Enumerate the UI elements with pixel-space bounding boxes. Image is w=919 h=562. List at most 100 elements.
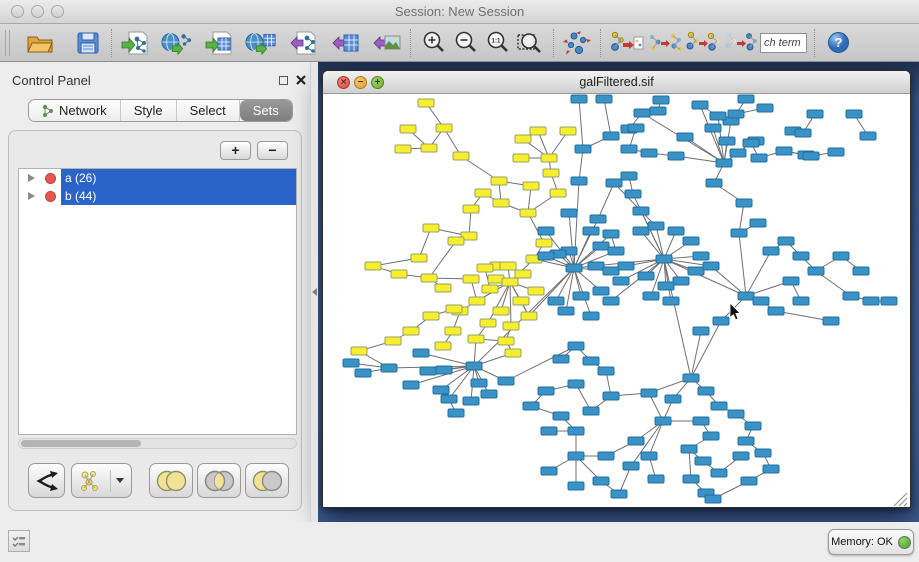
zoom-selected-region-button[interactable] <box>514 28 546 58</box>
memory-ok-indicator <box>898 536 911 549</box>
scrollbar-thumb[interactable] <box>21 440 141 447</box>
import-network-file-button[interactable] <box>119 28 151 58</box>
set-row-a[interactable]: a (26) <box>19 169 296 187</box>
new-network-from-selection-icon <box>609 29 645 57</box>
tab-style[interactable]: Style <box>121 100 177 121</box>
task-history-button[interactable] <box>8 530 30 552</box>
sets-list[interactable]: a (26) b (44) <box>18 168 297 435</box>
collapse-handle-icon[interactable] <box>312 288 317 296</box>
network-window-title: galFiltered.sif <box>323 75 910 89</box>
set-color-dot <box>45 173 56 184</box>
control-panel-tabs: Network Style Select Sets <box>28 99 293 122</box>
zoom-actual-size-button[interactable]: 1:1 <box>482 28 514 58</box>
toolbar-separator <box>410 29 411 57</box>
toolbar-separator <box>111 29 112 57</box>
close-panel-icon[interactable] <box>295 74 307 86</box>
svg-text:?: ? <box>834 35 842 50</box>
intersection-button[interactable] <box>197 463 241 498</box>
tab-network[interactable]: Network <box>29 100 121 121</box>
button-divider <box>110 470 111 492</box>
import-network-url-icon <box>161 30 193 56</box>
apply-layout-icon <box>562 29 592 57</box>
dropdown-arrow-icon[interactable] <box>116 478 124 483</box>
toolbar-separator <box>553 29 554 57</box>
split-set-button[interactable] <box>28 463 65 498</box>
export-network-icon <box>288 30 318 56</box>
zoom-actual-size-icon: 1:1 <box>485 30 511 56</box>
app-title: Session: New Session <box>0 4 919 19</box>
expand-caret-icon[interactable] <box>28 174 35 182</box>
expand-selection-button[interactable] <box>684 28 722 58</box>
set-color-dot <box>45 191 56 202</box>
network-window-titlebar[interactable]: × − + galFiltered.sif <box>323 71 910 94</box>
export-table-button[interactable] <box>329 28 361 58</box>
expand-selection-icon <box>685 29 721 57</box>
zoom-selected-region-icon <box>516 30 544 56</box>
control-panel-header: Control Panel <box>0 66 310 92</box>
control-panel-title: Control Panel <box>12 73 91 88</box>
panel-splitter[interactable] <box>310 62 318 522</box>
float-panel-icon[interactable] <box>279 76 288 85</box>
fade-unselected-icon <box>723 29 759 57</box>
remove-set-button[interactable]: − <box>257 141 288 160</box>
import-table-url-icon <box>245 30 277 56</box>
add-set-button[interactable]: + <box>220 141 251 160</box>
zoom-in-icon <box>421 30 447 56</box>
help-button[interactable]: ? <box>822 28 854 58</box>
horizontal-scrollbar[interactable] <box>18 438 297 449</box>
export-table-icon <box>330 30 360 56</box>
help-icon: ? <box>827 31 850 54</box>
split-arrows-icon <box>34 469 60 493</box>
open-folder-icon <box>26 31 54 55</box>
task-list-icon <box>9 531 29 551</box>
difference-venn-icon <box>248 468 286 494</box>
zoom-out-button[interactable] <box>450 28 482 58</box>
network-canvas-wrap <box>323 94 910 507</box>
zoom-in-button[interactable] <box>418 28 450 58</box>
intersection-venn-icon <box>200 468 238 494</box>
apply-preferred-layout-button[interactable] <box>561 28 593 58</box>
set-row-b[interactable]: b (44) <box>19 187 296 205</box>
status-bar: Memory: OK <box>0 522 919 562</box>
memory-status-badge[interactable]: Memory: OK <box>828 529 914 555</box>
search-input[interactable] <box>760 33 807 53</box>
save-floppy-icon <box>76 31 100 55</box>
save-session-button[interactable] <box>72 28 104 58</box>
zoom-out-icon <box>453 30 479 56</box>
import-table-file-icon <box>204 30 234 56</box>
new-network-from-selection-button[interactable] <box>608 28 646 58</box>
expand-caret-icon[interactable] <box>28 192 35 200</box>
fade-unselected-button[interactable] <box>722 28 760 58</box>
toolbar-separator <box>600 29 601 57</box>
main-toolbar: 1:1 <box>0 24 919 62</box>
toolbar-drag-handle[interactable] <box>5 30 10 56</box>
sets-panel: + − a (26) b (44) <box>8 130 302 511</box>
tab-sets[interactable]: Sets <box>240 100 292 121</box>
select-first-neighbors-button[interactable] <box>646 28 684 58</box>
difference-button[interactable] <box>245 463 289 498</box>
import-table-file-button[interactable] <box>203 28 235 58</box>
network-window[interactable]: × − + galFiltered.sif <box>322 70 911 508</box>
set-label[interactable]: b (44) <box>61 187 296 205</box>
network-tab-icon <box>42 104 54 118</box>
union-button[interactable] <box>149 463 193 498</box>
toolbar-separator <box>814 29 815 57</box>
select-first-neighbors-icon <box>647 29 683 57</box>
network-graph[interactable] <box>323 94 910 508</box>
app-titlebar: Session: New Session <box>0 0 919 24</box>
export-image-button[interactable] <box>371 28 403 58</box>
memory-status-label: Memory: OK <box>831 536 893 548</box>
export-image-icon <box>372 30 402 56</box>
export-network-button[interactable] <box>287 28 319 58</box>
import-network-file-icon <box>120 30 150 56</box>
yellow-network-icon <box>79 469 105 493</box>
set-label[interactable]: a (26) <box>61 169 296 187</box>
import-network-url-button[interactable] <box>161 28 193 58</box>
desktop-area: × − + galFiltered.sif <box>318 62 919 522</box>
import-table-url-button[interactable] <box>245 28 277 58</box>
tab-select[interactable]: Select <box>177 100 240 121</box>
create-set-menu-button[interactable] <box>71 463 132 498</box>
union-venn-icon <box>152 468 190 494</box>
open-session-button[interactable] <box>24 28 56 58</box>
svg-text:1:1: 1:1 <box>492 37 502 44</box>
